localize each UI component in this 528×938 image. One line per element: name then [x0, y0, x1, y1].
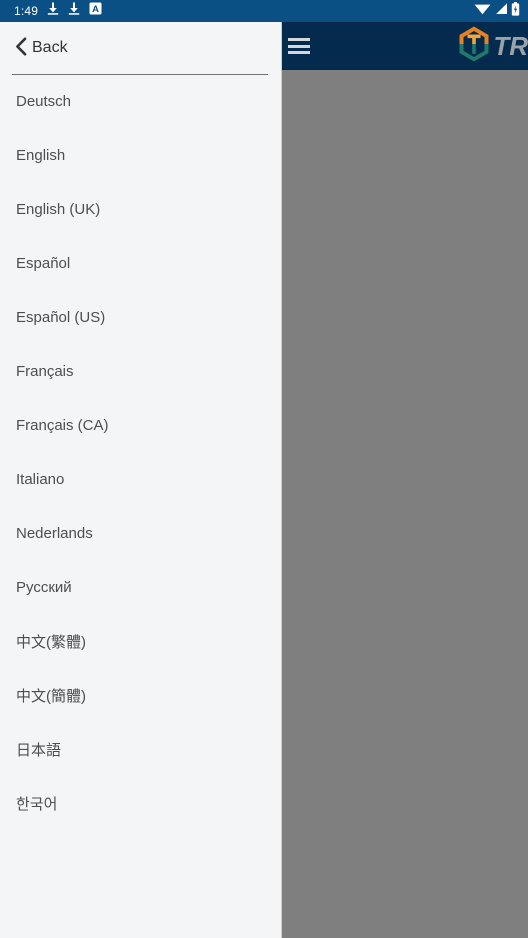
- hamburger-menu-icon[interactable]: [288, 38, 310, 54]
- list-item[interactable]: 日本語: [0, 722, 281, 776]
- cellular-signal-icon: [494, 2, 508, 20]
- app-badge-icon: A: [89, 2, 102, 20]
- list-item[interactable]: Italiano: [0, 452, 281, 506]
- list-item[interactable]: English: [0, 128, 281, 182]
- brand-name-text: TR: [493, 31, 528, 61]
- language-label: 日本語: [16, 741, 62, 759]
- list-item[interactable]: 한국어: [0, 776, 281, 830]
- language-label: Español (US): [16, 308, 106, 326]
- battery-icon: [511, 1, 520, 21]
- list-item[interactable]: 中文(繁體): [0, 614, 281, 668]
- wifi-icon: [474, 2, 491, 20]
- language-label: Italiano: [16, 470, 65, 488]
- language-label: Deutsch: [16, 93, 72, 110]
- language-label: English: [16, 146, 66, 164]
- status-bar-left-group: 1:49 A: [14, 2, 102, 20]
- language-label: Русский: [16, 578, 72, 596]
- status-bar: 1:49 A: [0, 0, 528, 22]
- chevron-left-icon: [15, 36, 27, 61]
- list-item[interactable]: Français: [0, 344, 281, 398]
- status-bar-right-group: [474, 1, 520, 21]
- hamburger-bar: [288, 51, 310, 54]
- list-item[interactable]: Deutsch: [0, 75, 281, 128]
- language-label: 中文(繁體): [16, 633, 86, 651]
- brand-logo-group[interactable]: TR: [457, 22, 528, 70]
- list-item[interactable]: English (UK): [0, 182, 281, 236]
- language-label: 한국어: [16, 795, 58, 813]
- language-label: Français: [16, 362, 74, 380]
- phone-screen: TR Back Deutsch English English (UK) Esp…: [0, 0, 528, 938]
- list-item[interactable]: Español (US): [0, 290, 281, 344]
- hexagon-logo-icon: [457, 25, 491, 68]
- download-icon: [68, 2, 80, 20]
- language-drawer: Back Deutsch English English (UK) Españo…: [0, 22, 282, 938]
- hamburger-bar: [288, 44, 310, 48]
- language-label: Nederlands: [16, 524, 93, 542]
- language-label: English (UK): [16, 200, 101, 218]
- list-item[interactable]: 中文(簡體): [0, 668, 281, 722]
- download-icon: [47, 2, 59, 20]
- list-item[interactable]: Español: [0, 236, 281, 290]
- list-item[interactable]: Français (CA): [0, 398, 281, 452]
- language-label: 中文(簡體): [16, 687, 86, 705]
- hamburger-bar: [288, 38, 310, 41]
- list-item[interactable]: Русский: [0, 560, 281, 614]
- language-label: Español: [16, 254, 71, 272]
- back-button[interactable]: Back: [0, 22, 281, 74]
- language-list: Deutsch English English (UK) Español Esp…: [0, 75, 281, 830]
- svg-text:A: A: [92, 4, 99, 15]
- back-button-label: Back: [32, 39, 68, 56]
- status-clock: 1:49: [14, 4, 39, 18]
- language-label: Français (CA): [16, 416, 109, 434]
- list-item[interactable]: Nederlands: [0, 506, 281, 560]
